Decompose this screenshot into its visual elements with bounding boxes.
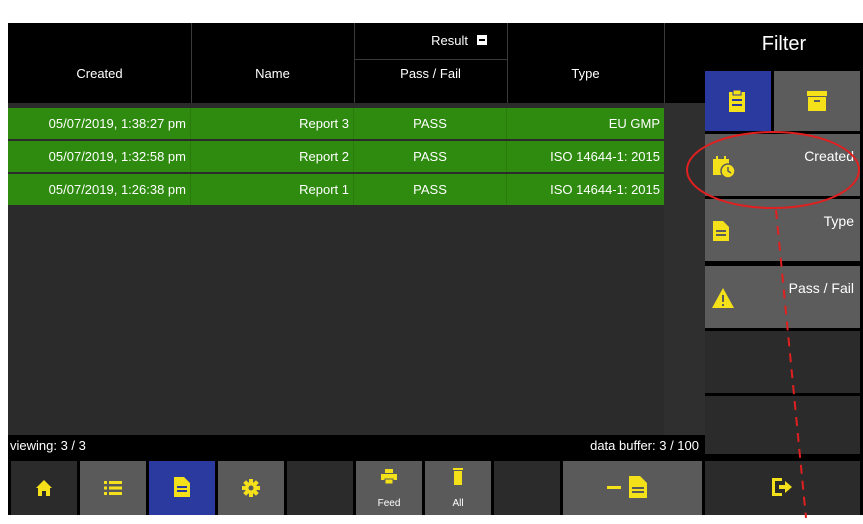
annotation-overlay [686, 131, 860, 519]
highlight-circle [686, 131, 860, 209]
dashed-pointer-line [775, 209, 807, 519]
